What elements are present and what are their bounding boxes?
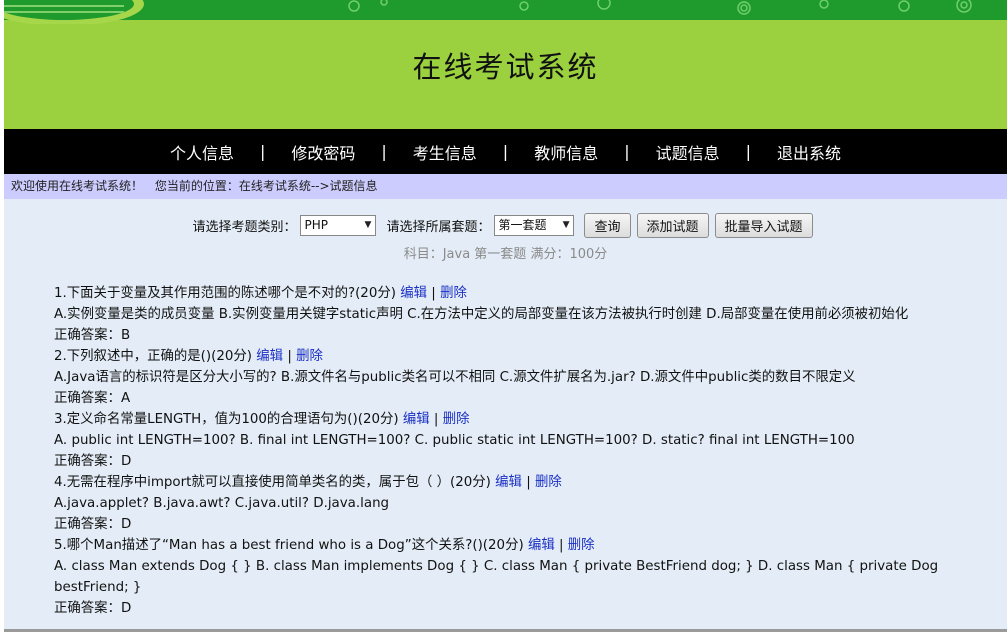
add-question-button[interactable]: 添加试题 [636, 212, 709, 238]
import-questions-button[interactable]: 批量导入试题 [714, 212, 813, 238]
banner-decoration [4, 0, 1007, 24]
question-options: A.java.applet? B.java.awt? C.java.util? … [54, 496, 390, 511]
edit-link[interactable]: 编辑 [256, 349, 283, 364]
edit-link[interactable]: 编辑 [403, 412, 430, 427]
question-title: 2.下列叙述中，正确的是()(20分) [54, 349, 253, 364]
nav-item-profile[interactable]: 个人信息 [144, 140, 260, 164]
nav-item-questions[interactable]: 试题信息 [630, 140, 746, 164]
question-list: 1.下面关于变量及其作用范围的陈述哪个是不对的?(20分) 编辑 | 删除 A.… [54, 283, 954, 619]
main-nav: 个人信息 | 修改密码 | 考生信息 | 教师信息 | 试题信息 | 退出系统 [4, 129, 1007, 174]
set-select[interactable]: 第一套题 ▼ [494, 214, 575, 236]
nav-item-students[interactable]: 考生信息 [387, 140, 503, 164]
question-options: A.Java语言的标识符是区分大小写的? B.源文件名与public类名可以不相… [54, 370, 856, 385]
question-options: A.实例变量是类的成员变量 B.实例变量用关键字static声明 C.在方法中定… [54, 307, 909, 322]
question-item: 1.下面关于变量及其作用范围的陈述哪个是不对的?(20分) 编辑 | 删除 A.… [54, 283, 954, 346]
question-options: A. public int LENGTH=100? B. final int L… [54, 433, 855, 448]
question-item: 3.定义命名常量LENGTH，值为100的合理语句为()(20分) 编辑 | 删… [54, 409, 954, 472]
delete-link[interactable]: 删除 [568, 538, 595, 553]
nav-item-change-password[interactable]: 修改密码 [265, 140, 381, 164]
welcome-text: 欢迎使用在线考试系统！ [11, 179, 144, 193]
edit-link[interactable]: 编辑 [495, 475, 522, 490]
edit-link[interactable]: 编辑 [528, 538, 555, 553]
location-text: 您当前的位置：在线考试系统-->试题信息 [154, 179, 378, 193]
delete-link[interactable]: 删除 [440, 286, 467, 301]
delete-link[interactable]: 删除 [443, 412, 470, 427]
question-answer: 正确答案：A [54, 391, 131, 406]
page-title: 在线考试系统 [412, 50, 599, 84]
chevron-down-icon: ▼ [364, 219, 372, 230]
question-item: 5.哪个Man描述了“Man has a best friend who is … [54, 535, 954, 619]
delete-link[interactable]: 删除 [296, 349, 323, 364]
delete-link[interactable]: 删除 [535, 475, 562, 490]
question-title: 3.定义命名常量LENGTH，值为100的合理语句为()(20分) [54, 412, 399, 427]
header-banner: 在线考试系统 [4, 0, 1007, 129]
question-answer: 正确答案：B [54, 328, 131, 343]
breadcrumb: 欢迎使用在线考试系统！ 您当前的位置：在线考试系统-->试题信息 [4, 174, 1007, 199]
question-answer: 正确答案：D [54, 517, 132, 532]
question-item: 2.下列叙述中，正确的是()(20分) 编辑 | 删除 A.Java语言的标识符… [54, 346, 954, 409]
nav-item-logout[interactable]: 退出系统 [751, 140, 867, 164]
page-frame: 在线考试系统 个人信息 | 修改密码 | 考生信息 | 教师信息 | 试题信息 … [4, 0, 1007, 632]
question-options: A. class Man extends Dog { } B. class Ma… [54, 559, 939, 595]
question-title: 4.无需在程序中import就可以直接使用简单类名的类，属于包（ ）(20分) [54, 475, 491, 490]
edit-link[interactable]: 编辑 [400, 286, 427, 301]
exam-info: 科目：Java 第一套题 满分：100分 [403, 247, 608, 262]
question-answer: 正确答案：D [54, 601, 132, 616]
set-select-value: 第一套题 [498, 217, 547, 232]
chevron-down-icon: ▼ [562, 219, 570, 230]
category-select-value: PHP [304, 217, 328, 232]
filter-toolbar: 请选择考题类别： PHP ▼ 请选择所属套题： 第一套题 ▼ 查询 添加试题 批… [4, 212, 1007, 238]
question-item: 4.无需在程序中import就可以直接使用简单类名的类，属于包（ ）(20分) … [54, 472, 954, 535]
category-select[interactable]: PHP ▼ [300, 214, 377, 236]
nav-item-teachers[interactable]: 教师信息 [508, 140, 624, 164]
question-title: 1.下面关于变量及其作用范围的陈述哪个是不对的?(20分) [54, 286, 396, 301]
question-title: 5.哪个Man描述了“Man has a best friend who is … [54, 538, 524, 553]
set-label: 请选择所属套题： [386, 219, 491, 235]
query-button[interactable]: 查询 [584, 212, 631, 238]
question-answer: 正确答案：D [54, 454, 132, 469]
category-label: 请选择考题类别： [192, 219, 297, 235]
